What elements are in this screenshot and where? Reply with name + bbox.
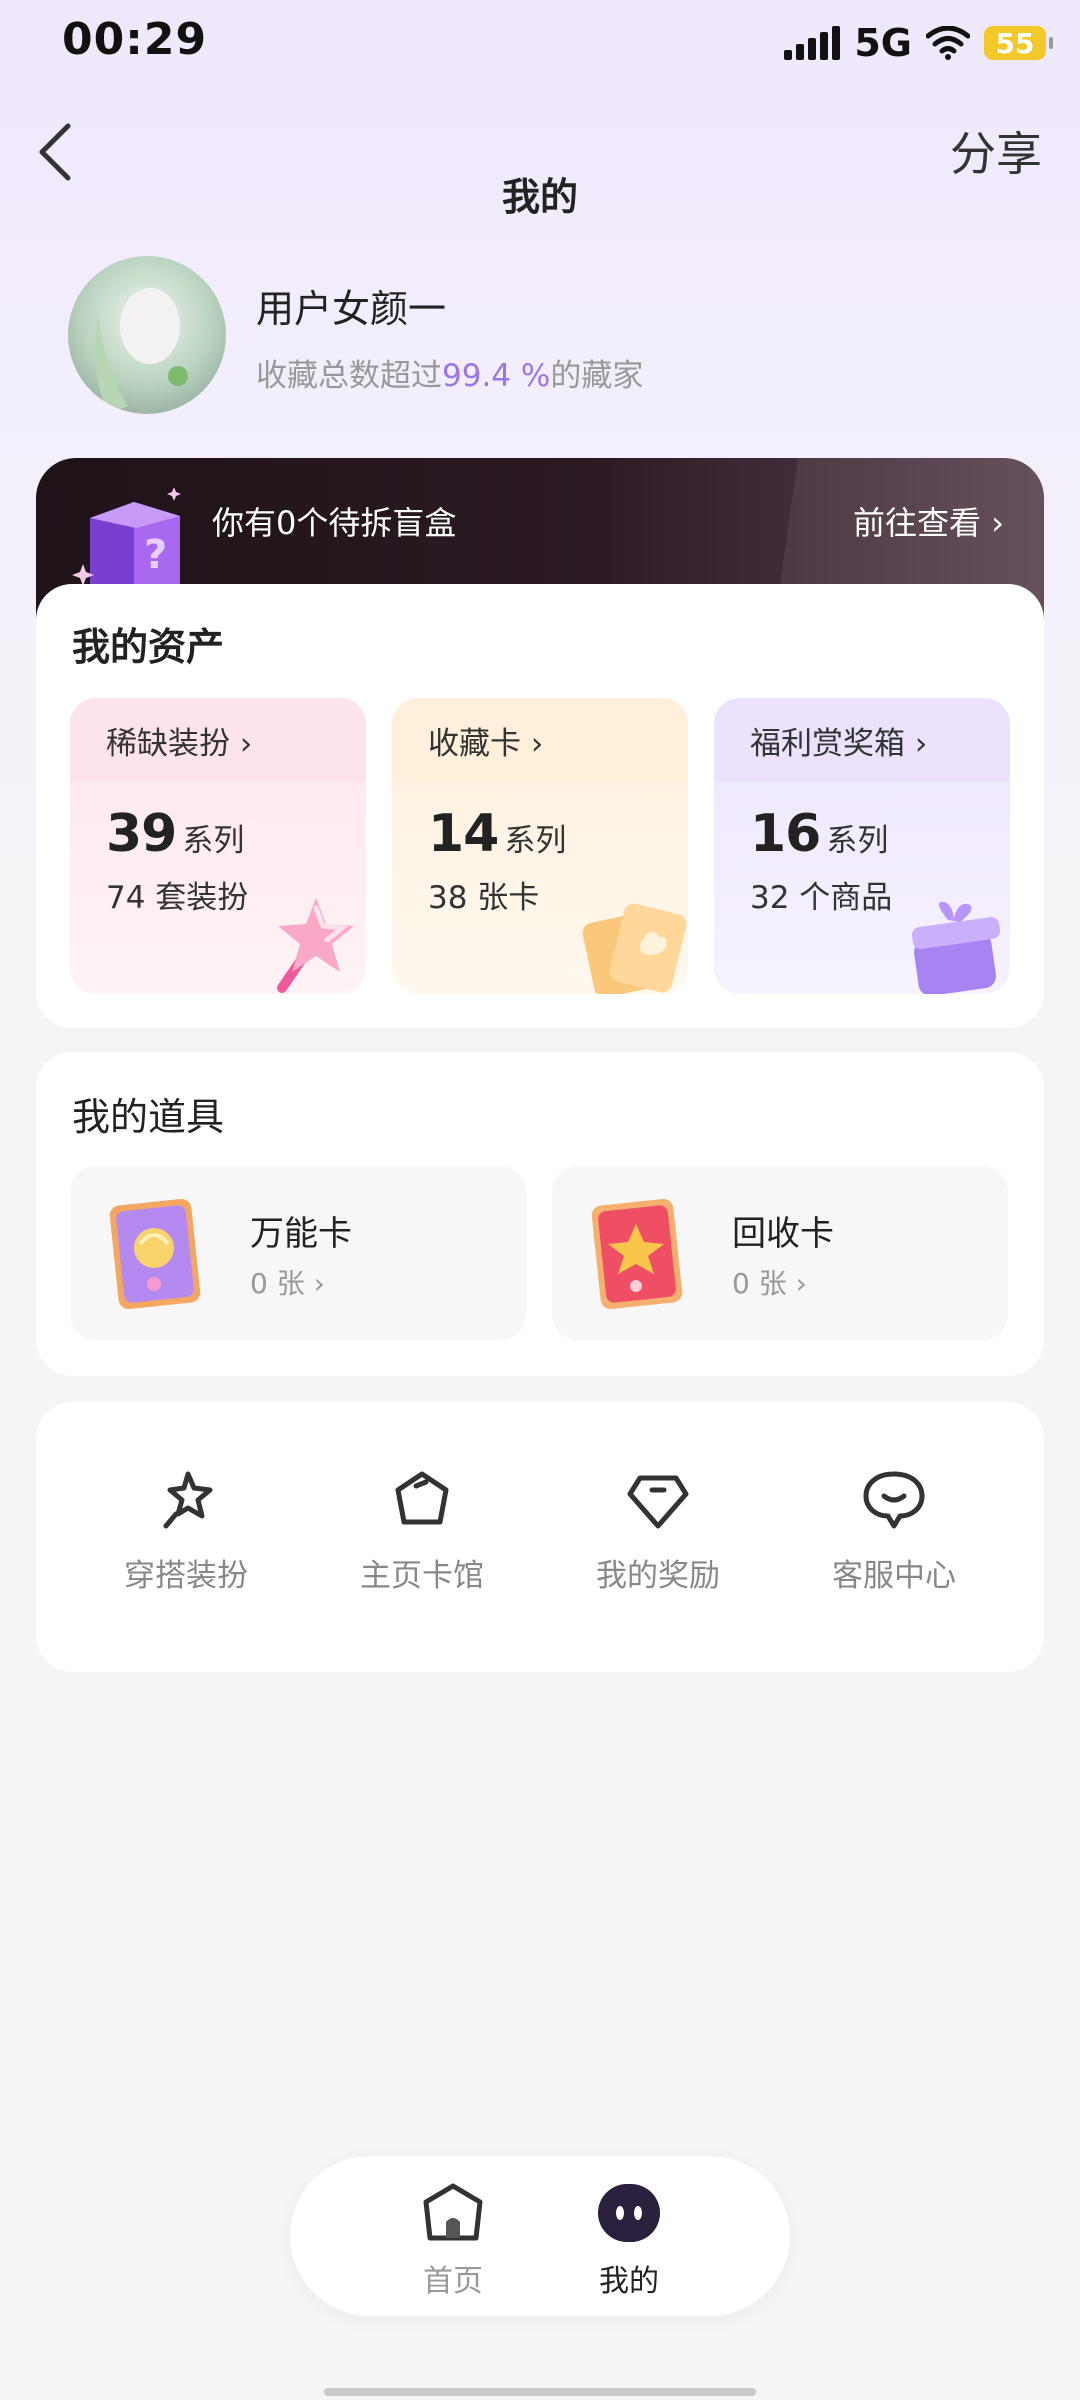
network-type: 5G: [854, 21, 912, 65]
card-hall-icon: [395, 1471, 449, 1525]
menu-card-hall[interactable]: 主页卡馆: [332, 1468, 512, 1595]
assets-title: 我的资产: [72, 625, 225, 669]
battery-level: 55: [995, 26, 1035, 60]
status-icons: 5G 55: [784, 18, 1053, 68]
avatar[interactable]: [68, 256, 226, 414]
menu-customer-service[interactable]: 客服中心: [804, 1468, 984, 1595]
menu-label: 穿搭装扮: [124, 1558, 248, 1594]
asset-count: 14: [428, 804, 499, 864]
user-name: 用户女颜一: [256, 287, 447, 331]
asset-unit: 系列: [504, 823, 567, 859]
asset-unit: 系列: [182, 823, 245, 859]
recycle-card-icon: [591, 1198, 683, 1310]
prop-count: 0 张 ›: [250, 1267, 325, 1300]
nav-mine-label: 我的: [599, 2264, 659, 2299]
props-title: 我的道具: [72, 1095, 225, 1139]
asset-count: 16: [750, 804, 821, 864]
status-time: 00:29: [62, 14, 208, 65]
asset-tile-outfits[interactable]: 稀缺装扮 › 39 系列 74 套装扮: [70, 698, 366, 994]
rank-prefix: 收藏总数超过: [256, 358, 442, 394]
nav-home-label: 首页: [423, 2264, 483, 2299]
prop-name: 万能卡: [250, 1214, 352, 1254]
menu-outfit[interactable]: 穿搭装扮: [96, 1468, 276, 1595]
gift-box-icon: [911, 901, 1001, 994]
star-wand-icon: [277, 898, 354, 993]
home-indicator: [324, 2388, 756, 2396]
menu-label: 客服中心: [832, 1558, 956, 1594]
rank-percent: 99.4 %: [442, 358, 551, 394]
outfit-icon: [163, 1471, 213, 1529]
asset-tile-cards[interactable]: 收藏卡 › 14 系列 38 张卡: [392, 698, 688, 994]
prop-name: 回收卡: [732, 1214, 834, 1254]
menu-label: 主页卡馆: [360, 1558, 484, 1594]
prop-count: 0 张 ›: [732, 1267, 807, 1300]
blind-box-count: 你有0个待拆盲盒: [212, 504, 457, 542]
wifi-icon: [926, 26, 970, 60]
signal-icon: [784, 26, 841, 60]
nav-home[interactable]: 首页: [388, 2180, 518, 2300]
menu-reward[interactable]: 我的奖励: [568, 1468, 748, 1595]
reward-icon: [627, 1475, 689, 1529]
asset-tile-prize-box[interactable]: 福利赏奖箱 › 16 系列 32 个商品: [714, 698, 1010, 994]
bottom-nav: [290, 2156, 790, 2316]
collection-rank: 收藏总数超过99.4 %的藏家: [256, 350, 643, 395]
collect-card-icon: [582, 903, 687, 994]
asset-unit: 系列: [826, 823, 889, 859]
page-title: 我的: [501, 175, 578, 219]
prop-universal-card[interactable]: 万能卡 0 张 ›: [70, 1166, 526, 1340]
asset-tile-label: 稀缺装扮 ›: [70, 698, 366, 782]
asset-count: 39: [106, 804, 177, 864]
universal-card-icon: [109, 1198, 201, 1310]
mine-icon: [598, 2184, 660, 2242]
svg-text:?: ?: [144, 532, 167, 578]
rank-suffix: 的藏家: [550, 358, 644, 394]
customer-service-icon: [863, 1471, 925, 1529]
asset-tile-label: 收藏卡 ›: [392, 698, 688, 782]
asset-tile-label: 福利赏奖箱 ›: [714, 698, 1010, 782]
share-button[interactable]: 分享: [950, 118, 1042, 184]
prop-recycle-card[interactable]: 回收卡 0 张 ›: [552, 1166, 1008, 1340]
home-icon: [423, 2183, 483, 2241]
battery-icon: 55: [984, 26, 1053, 60]
menu-label: 我的奖励: [596, 1558, 720, 1594]
view-blind-box-link[interactable]: 前往查看 ›: [853, 498, 1004, 544]
nav-mine[interactable]: 我的: [564, 2180, 694, 2300]
